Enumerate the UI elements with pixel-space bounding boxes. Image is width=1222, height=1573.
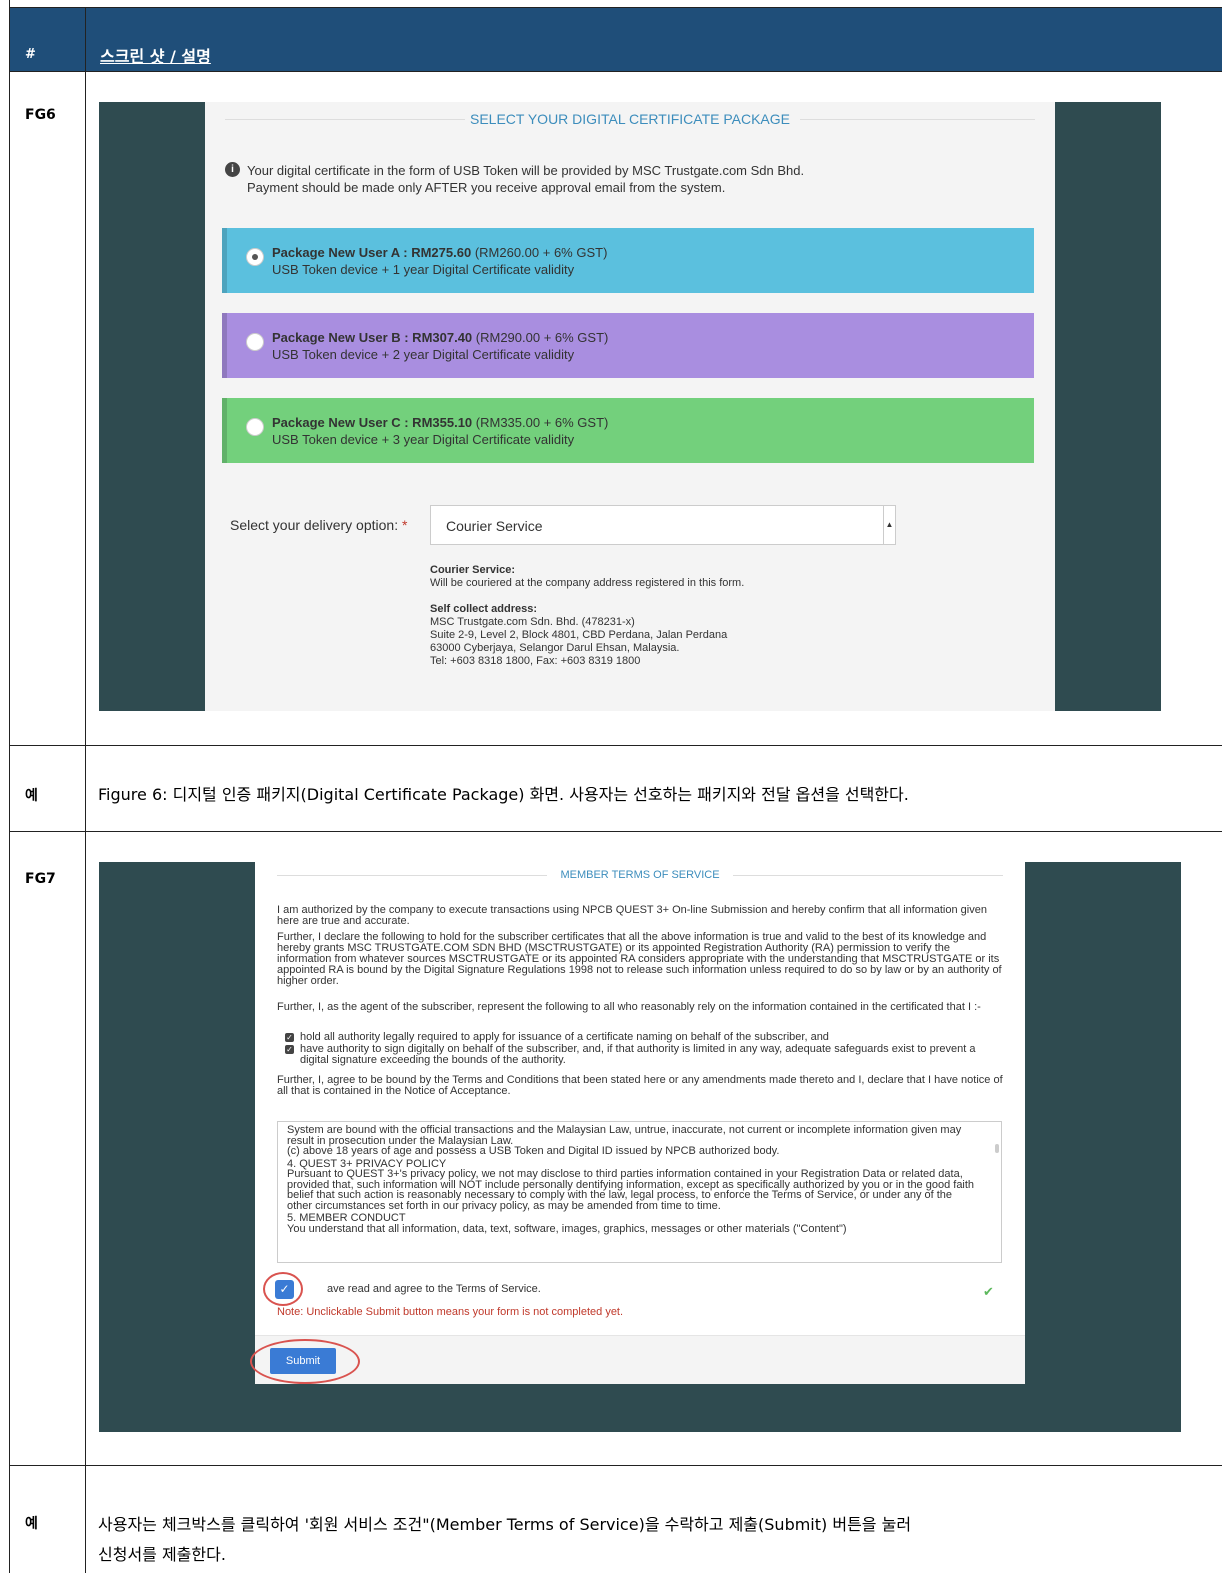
figure6-caption: Figure 6: 디지털 인증 패키지(Digital Certificate… [98,785,909,804]
package-name: Package New User A : RM275.60 [272,245,472,260]
package-name: Package New User C : RM355.10 [272,415,473,430]
row-divider [10,745,1222,746]
header-number: # [25,47,36,62]
terms-paragraph: Further, I declare the following to hold… [277,931,1002,987]
checkbox-checked-icon: ✓ [285,1045,294,1054]
scrollbar-thumb[interactable] [995,1144,999,1153]
checkbox-checked-icon: ✓ [285,1033,294,1042]
package-desc: USB Token device + 2 year Digital Certif… [272,347,575,362]
info-notice: i Your digital certificate in the form of… [225,162,804,196]
package-desc: USB Token device + 1 year Digital Certif… [272,262,575,277]
agree-label: ave read and agree to the Terms of Servi… [327,1283,541,1295]
package-price: (RM290.00 + 6% GST) [472,330,609,345]
package-option-a[interactable]: Package New User A : RM275.60 (RM260.00 … [222,228,1034,293]
radio-button[interactable] [246,248,264,266]
self-collect-info: Self collect address: MSC Trustgate.com … [430,603,728,667]
dropdown-arrow-icon[interactable]: ▲ [883,506,895,544]
column-divider [85,7,86,1573]
fg6-screenshot: SELECT YOUR DIGITAL CERTIFICATE PACKAGE … [99,102,1161,711]
terms-of-service-panel: MEMBER TERMS OF SERVICE I am authorized … [250,862,1025,1384]
terms-scroll-content: System are bound with the official trans… [287,1124,975,1235]
section-title: SELECT YOUR DIGITAL CERTIFICATE PACKAGE [470,111,790,127]
section-title: MEMBER TERMS OF SERVICE [560,869,720,881]
figure7-caption-line2: 신청서를 제출한다. [98,1545,226,1564]
required-mark: * [401,517,408,533]
row-label-fg7: FG7 [25,871,56,887]
delivery-select[interactable]: Courier Service ▲ [430,505,896,545]
package-option-c[interactable]: Package New User C : RM355.10 (RM335.00 … [222,398,1034,463]
certificate-package-panel: SELECT YOUR DIGITAL CERTIFICATE PACKAGE … [205,102,1055,711]
row-divider [10,831,1222,832]
form-note: Note: Unclickable Submit button means yo… [277,1306,624,1318]
terms-paragraph: I am authorized by the company to execut… [277,904,987,927]
check-mark-icon: ✔ [983,1284,994,1299]
figure7-caption-line1: 사용자는 체크박스를 클릭하여 '회원 서비스 조건"(Member Terms… [98,1515,912,1534]
courier-info: Courier Service: Will be couriered at th… [430,564,745,589]
terms-scroll-box[interactable]: System are bound with the official trans… [277,1121,1002,1263]
fg7-screenshot: MEMBER TERMS OF SERVICE I am authorized … [99,862,1181,1432]
delivery-label: Select your delivery option: * [230,517,408,533]
package-price: (RM335.00 + 6% GST) [472,415,609,430]
package-desc: USB Token device + 3 year Digital Certif… [272,432,575,447]
row-label-example: 예 [25,788,38,804]
document-table: # 스크린 샷 / 설명 FG6 예 FG7 예 Figure 6: 디지털 인… [9,0,1222,1573]
package-name: Package New User B : RM307.40 [272,330,473,345]
terms-paragraph: Further, I, as the agent of the subscrib… [277,1001,981,1013]
header-description: 스크린 샷 / 설명 [100,47,211,66]
highlight-circle [250,1339,360,1384]
info-circle-icon: i [225,162,240,177]
highlight-circle [263,1272,303,1306]
radio-button[interactable] [246,418,264,436]
terms-paragraph: Further, I, agree to be bound by the Ter… [277,1074,1003,1097]
list-item: ✓ have authority to sign digitally on beh… [285,1043,976,1066]
list-item: ✓ hold all authority legally required to … [285,1031,829,1043]
info-line1: Your digital certificate in the form of … [247,163,805,178]
delivery-value: Courier Service [446,518,543,534]
info-line2: Payment should be made only AFTER you re… [247,180,726,195]
radio-button[interactable] [246,333,264,351]
package-price: (RM260.00 + 6% GST) [471,245,608,260]
package-option-b[interactable]: Package New User B : RM307.40 (RM290.00 … [222,313,1034,378]
row-divider [10,1465,1222,1466]
row-label-example: 예 [25,1516,38,1532]
form-footer [255,1335,1025,1384]
table-header: # 스크린 샷 / 설명 [10,7,1222,72]
row-label-fg6: FG6 [25,107,56,123]
